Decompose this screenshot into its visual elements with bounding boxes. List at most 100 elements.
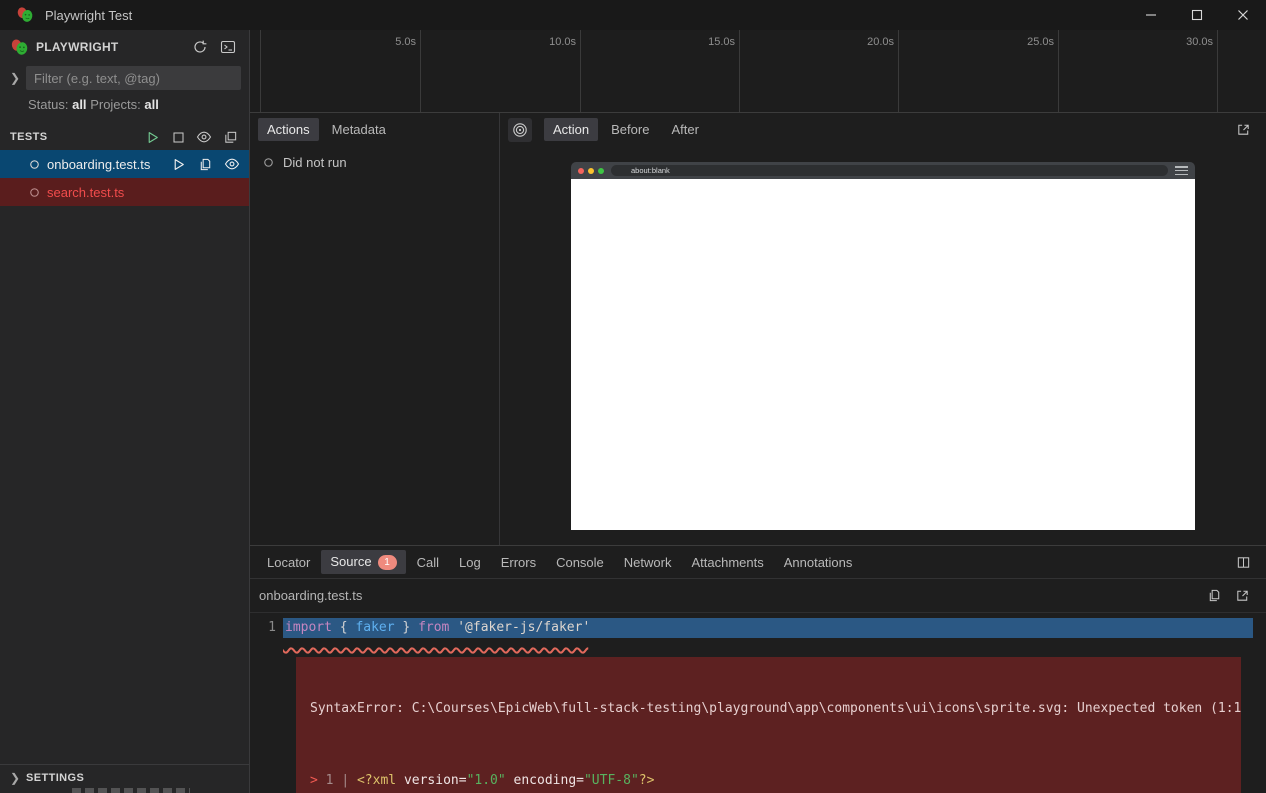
watch-all-eye-icon[interactable] (195, 128, 213, 146)
filter-input[interactable] (26, 66, 241, 90)
playwright-logo-icon (10, 38, 29, 57)
menu-icon (1175, 166, 1188, 175)
run-all-icon[interactable] (143, 128, 161, 146)
tab-source-label: Source (330, 554, 371, 569)
maximize-button[interactable] (1174, 0, 1220, 30)
timeline-gridline (1058, 30, 1059, 112)
sidebar-title: PLAYWRIGHT (36, 40, 191, 54)
open-external-icon[interactable] (1233, 587, 1251, 605)
tab-metadata[interactable]: Metadata (323, 118, 395, 141)
tab-actions[interactable]: Actions (258, 118, 319, 141)
tests-header-label: TESTS (10, 131, 143, 143)
timeline-gridline (580, 30, 581, 112)
projects-label[interactable]: Projects: (90, 97, 141, 112)
window-controls (1128, 0, 1266, 30)
actions-tabstrip: Actions Metadata (250, 113, 499, 146)
pick-locator-target-icon[interactable] (508, 118, 532, 142)
timeline-gridline (739, 30, 740, 112)
syntax-error-block: SyntaxError: C:\Courses\EpicWeb\full-sta… (296, 657, 1241, 793)
minimize-button[interactable] (1128, 0, 1174, 30)
filter-row: ❯ (0, 64, 249, 92)
chevron-right-icon: ❯ (4, 771, 26, 785)
titlebar: Playwright Test (0, 0, 1266, 30)
sidebar-header: PLAYWRIGHT (0, 30, 249, 64)
settings-section[interactable]: ❯ SETTINGS (0, 764, 249, 791)
open-external-icon[interactable] (1234, 121, 1252, 139)
timeline-tick: 5.0s (395, 36, 416, 48)
timeline[interactable]: 5.0s 10.0s 15.0s 20.0s 25.0s 30.0s (250, 30, 1266, 113)
chevron-right-icon[interactable]: ❯ (4, 71, 26, 85)
tab-attachments[interactable]: Attachments (682, 551, 772, 574)
actions-panel: Actions Metadata Did not run (250, 113, 500, 545)
test-status-circle-icon (28, 158, 41, 171)
run-test-icon[interactable] (169, 155, 187, 173)
error-message: SyntaxError: C:\Courses\EpicWeb\full-sta… (310, 700, 1241, 718)
tests-section-header: TESTS (0, 124, 249, 150)
address-bar: about:blank (611, 165, 1168, 176)
snapshot-panel: Action Before After (500, 113, 1266, 545)
line-number: 1 (250, 618, 283, 638)
stop-icon[interactable] (169, 128, 187, 146)
close-button[interactable] (1220, 0, 1266, 30)
window-title: Playwright Test (45, 8, 132, 23)
timeline-tick: 20.0s (867, 36, 894, 48)
browser-snapshot-area: about:blank (500, 146, 1266, 545)
test-item-label: search.test.ts (47, 185, 124, 200)
tab-locator[interactable]: Locator (258, 551, 319, 574)
timeline-tick: 25.0s (1027, 36, 1054, 48)
terminal-icon[interactable] (219, 38, 237, 56)
source-error-badge: 1 (378, 555, 397, 570)
middle-panels: Actions Metadata Did not run Action Bef (250, 113, 1266, 545)
bottom-tabstrip: Locator Source1 Call Log Errors Console … (250, 546, 1266, 579)
split-view-icon[interactable] (1234, 553, 1252, 571)
status-row: Status: all Projects: all (0, 92, 249, 120)
page-url: about:blank (631, 166, 670, 175)
settings-label: SETTINGS (26, 772, 84, 784)
status-circle-icon (262, 156, 275, 169)
error-squiggle (250, 638, 1266, 647)
timeline-gridline (1217, 30, 1218, 112)
did-not-run-label: Did not run (283, 155, 347, 170)
projects-value[interactable]: all (144, 97, 158, 112)
blank-page (571, 179, 1195, 530)
traffic-light-zoom-icon (598, 168, 604, 174)
playwright-logo-icon (16, 6, 34, 24)
test-item-label: onboarding.test.ts (47, 157, 150, 172)
timeline-gridline (420, 30, 421, 112)
tab-source[interactable]: Source 1 (321, 550, 405, 574)
tab-console[interactable]: Console (547, 551, 613, 574)
traffic-light-minimize-icon (588, 168, 594, 174)
snapshot-tabstrip: Action Before After (500, 113, 1266, 146)
status-value[interactable]: all (72, 97, 86, 112)
copy-icon[interactable] (1205, 587, 1223, 605)
main-area: 5.0s 10.0s 15.0s 20.0s 25.0s 30.0s Actio… (250, 30, 1266, 793)
tab-action[interactable]: Action (544, 118, 598, 141)
traffic-light-close-icon (578, 168, 584, 174)
collapse-all-icon[interactable] (221, 128, 239, 146)
test-item-onboarding[interactable]: onboarding.test.ts (0, 150, 249, 178)
timeline-gridline (898, 30, 899, 112)
browser-chrome: about:blank (571, 162, 1195, 179)
test-item-search[interactable]: search.test.ts (0, 178, 249, 206)
tab-network[interactable]: Network (615, 551, 681, 574)
clipped-bottom-artifact (72, 788, 190, 793)
test-status-circle-icon (28, 186, 41, 199)
watch-test-eye-icon[interactable] (223, 155, 241, 173)
timeline-tick: 10.0s (549, 36, 576, 48)
tab-annotations[interactable]: Annotations (775, 551, 862, 574)
actions-empty-state: Did not run (250, 146, 499, 179)
tab-before[interactable]: Before (602, 118, 658, 141)
tab-log[interactable]: Log (450, 551, 490, 574)
tab-after[interactable]: After (662, 118, 707, 141)
tab-call[interactable]: Call (408, 551, 448, 574)
status-label[interactable]: Status: (28, 97, 68, 112)
timeline-tick: 15.0s (708, 36, 735, 48)
timeline-tick: 30.0s (1186, 36, 1213, 48)
browser-window: about:blank (571, 162, 1195, 530)
source-toolbar: onboarding.test.ts (250, 579, 1266, 613)
copy-source-icon[interactable] (196, 155, 214, 173)
source-code-view[interactable]: 1 import { faker } from '@faker-js/faker… (250, 613, 1266, 793)
reload-icon[interactable] (191, 38, 209, 56)
tab-errors[interactable]: Errors (492, 551, 545, 574)
timeline-gridline (260, 30, 261, 112)
